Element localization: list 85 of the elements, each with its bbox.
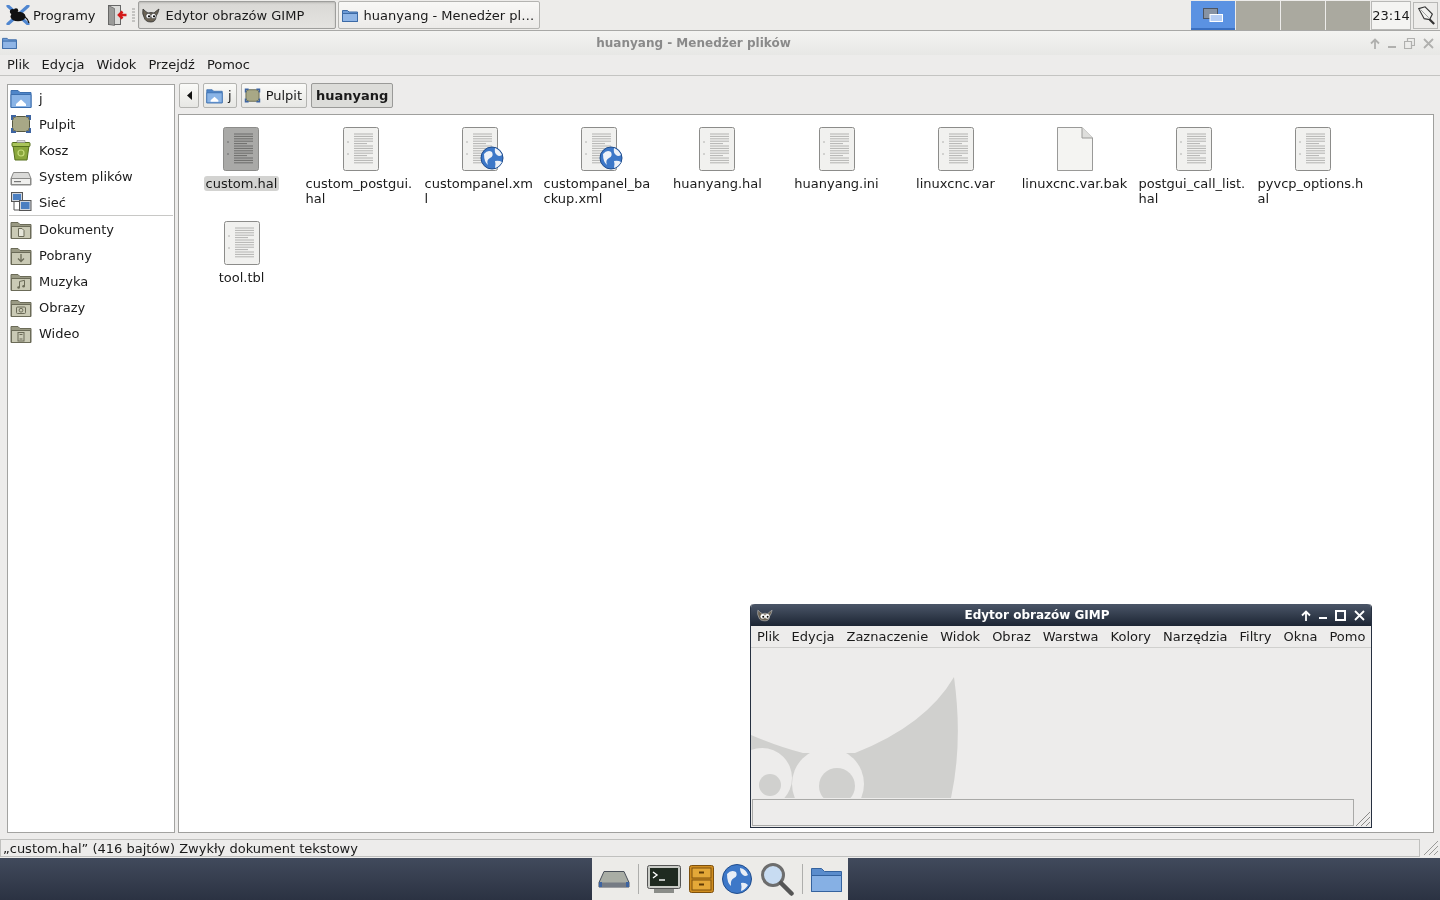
blank-file-icon	[1056, 127, 1093, 171]
sidebar-item[interactable]: Muzyka	[8, 268, 174, 294]
file-item[interactable]: tool.tbl	[216, 221, 267, 285]
folder-icon[interactable]	[811, 866, 842, 892]
animal-face-icon	[757, 608, 773, 622]
sidebar-item[interactable]: Wideo	[8, 320, 174, 346]
menu-item[interactable]: Edycja	[785, 626, 841, 647]
tray-button[interactable]	[1413, 1, 1438, 29]
sidebar-item[interactable]: Dokumenty	[8, 216, 174, 242]
menu-item[interactable]: Okna	[1277, 626, 1324, 647]
menu-item[interactable]: Filtry	[1233, 626, 1278, 647]
menu-item[interactable]: Widok	[90, 55, 143, 75]
menu-item[interactable]: Zaznaczenie	[840, 626, 935, 647]
menu-item[interactable]: Plik	[751, 626, 786, 647]
maximize-icon[interactable]	[1335, 609, 1346, 621]
window-thumbnail-icon	[1203, 8, 1223, 22]
file-item[interactable]: linuxcnc.var	[914, 127, 997, 191]
file-item[interactable]: postgui_call_list.hal	[1136, 127, 1251, 206]
sidebar-item[interactable]: Sieć	[8, 189, 174, 215]
clock-label: 23:14	[1371, 0, 1411, 30]
network-icon	[10, 191, 32, 213]
globe-file-icon	[580, 127, 623, 171]
window-title: huanyang - Menedżer plików	[595, 36, 792, 50]
desktop-icon	[10, 113, 32, 135]
text-file-icon	[1175, 127, 1212, 171]
resize-grip-icon[interactable]	[1424, 841, 1438, 855]
resize-grip-icon[interactable]	[1356, 812, 1370, 826]
applications-menu-button[interactable]: Programy	[3, 1, 100, 29]
text-file-icon	[1294, 127, 1331, 171]
grip-icon[interactable]	[131, 8, 135, 22]
text-file-icon	[342, 127, 379, 171]
window-title: Edytor obrazów GIMP	[963, 608, 1111, 622]
path-button[interactable]: j	[203, 83, 237, 108]
workspace-button[interactable]	[1191, 0, 1235, 30]
taskbar-button[interactable]: huanyang - Menedżer pl…	[337, 1, 541, 29]
sidebar-item[interactable]: Obrazy	[8, 294, 174, 320]
menu-item[interactable]: Plik	[1, 55, 36, 75]
cabinet-icon[interactable]	[689, 865, 714, 893]
taskbar-button[interactable]: Edytor obrazów GIMP	[137, 1, 336, 29]
file-item[interactable]: linuxcnc.var.bak	[1019, 127, 1130, 191]
globe-file-icon	[461, 127, 504, 171]
menu-item[interactable]: Przejdź	[142, 55, 201, 75]
text-file-icon	[937, 127, 974, 171]
sidebar-item[interactable]: j	[8, 85, 174, 111]
sidebar-item[interactable]: Pobrany	[8, 242, 174, 268]
file-item[interactable]: custompanel.xml	[422, 127, 537, 206]
menu-item[interactable]: Kolory	[1104, 626, 1157, 647]
file-item[interactable]: huanyang.hal	[671, 127, 764, 191]
text-file-icon	[818, 127, 855, 171]
left-triangle-icon	[186, 91, 192, 100]
file-item[interactable]: custom.hal	[203, 127, 280, 191]
drive-icon[interactable]	[598, 869, 630, 889]
home-folder-icon	[10, 87, 32, 109]
back-button[interactable]	[179, 83, 199, 108]
text-file-icon	[699, 127, 736, 171]
sidebar-item[interactable]: Kosz	[8, 137, 174, 163]
menu-item[interactable]: Warstwa	[1036, 626, 1105, 647]
plug-icon	[1415, 5, 1436, 25]
menu-item[interactable]: Pomo	[1323, 626, 1371, 647]
menu-item[interactable]: Pomoc	[200, 55, 256, 75]
terminal-icon[interactable]	[647, 865, 681, 893]
path-button[interactable]: Pulpit	[240, 83, 308, 108]
folder-icon	[341, 8, 358, 22]
sidebar-item[interactable]: Pulpit	[8, 111, 174, 137]
file-item[interactable]: custompanel_backup.xml	[541, 127, 656, 206]
file-item[interactable]: huanyang.ini	[792, 127, 881, 191]
menu-item[interactable]: Widok	[934, 626, 987, 647]
file-item[interactable]: pyvcp_options.hal	[1255, 127, 1370, 206]
status-label: „custom.hal” (416 bajtów) Zwykły dokument tekstowy	[0, 839, 1420, 857]
search-icon[interactable]	[760, 862, 794, 896]
home-folder-icon	[206, 87, 223, 104]
globe-icon[interactable]	[722, 864, 752, 894]
desktop-icon	[243, 87, 261, 104]
menu-item[interactable]: Narzędzia	[1157, 626, 1234, 647]
animal-face-icon	[141, 7, 160, 23]
path-button[interactable]: huanyang	[311, 83, 394, 108]
file-item[interactable]: custom_postgui.hal	[303, 127, 418, 206]
folder-icon	[2, 37, 17, 49]
sidebar-item[interactable]: System plików	[8, 163, 174, 189]
mouse-icon	[6, 5, 30, 25]
text-file-icon	[223, 221, 260, 265]
menu-item[interactable]: Obraz	[986, 626, 1037, 647]
menu-item[interactable]: Edycja	[35, 55, 91, 75]
trash-icon	[10, 139, 32, 161]
text-file-icon	[223, 127, 260, 171]
